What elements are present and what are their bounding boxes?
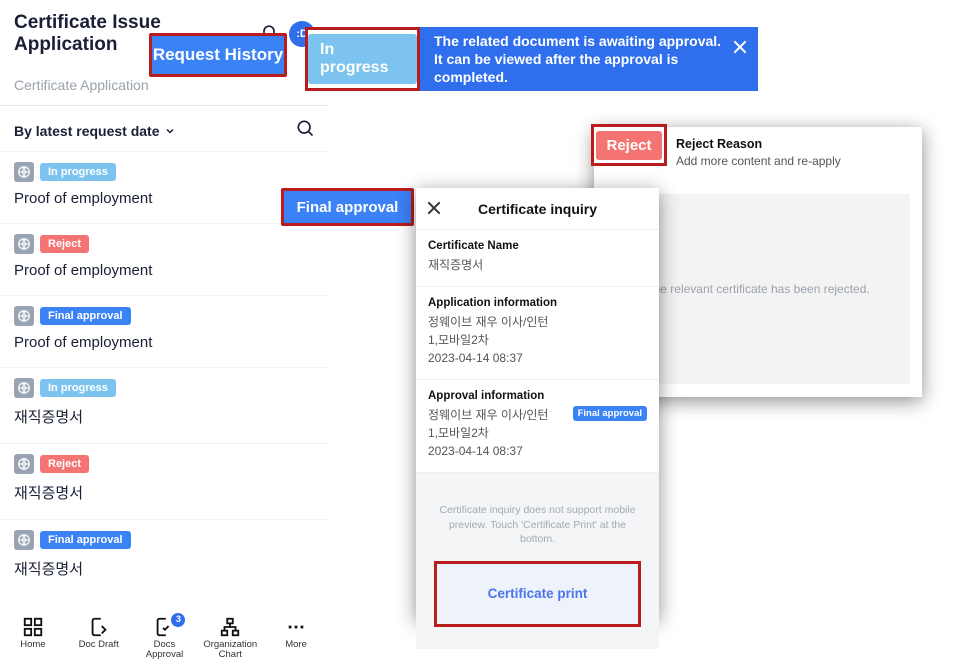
application-info-line3: 2023-04-14 08:37 <box>428 349 647 367</box>
list-item[interactable]: Reject 재직증명서 <box>0 443 329 519</box>
reject-callout: Reject <box>591 124 667 166</box>
cert-name-value: 재직증명서 <box>428 256 647 274</box>
approval-info-line3: 2023-04-14 08:37 <box>428 442 647 460</box>
section-approval-info: Approval information Final approval 정웨이브… <box>416 380 659 473</box>
status-chip: In progress <box>40 379 116 397</box>
close-icon[interactable] <box>732 39 748 55</box>
request-list-screen: Certificate Issue Application :D Certifi… <box>0 0 329 671</box>
approval-info-line2: 1,모바일2차 <box>428 424 647 442</box>
status-chip: In progress <box>40 163 116 181</box>
certificate-print-callout: Certificate print <box>434 561 641 627</box>
list-item[interactable]: Reject Proof of employment <box>0 223 329 295</box>
inquiry-header: Certificate inquiry <box>416 188 659 230</box>
inquiry-preview-area: Certificate inquiry does not support mob… <box>416 473 659 649</box>
reject-reason-label: Reject Reason <box>676 137 910 151</box>
list-item[interactable]: In progress 재직증명서 <box>0 367 329 443</box>
section-application-info: Application information 정웨이브 재우 이사/인턴 1,… <box>416 287 659 380</box>
bottom-nav: Home Doc Draft 3 Docs Approval Organizat… <box>0 609 329 671</box>
certificate-print-button[interactable]: Certificate print <box>437 564 638 624</box>
nav-home[interactable]: Home <box>4 616 62 650</box>
application-info-line1: 정웨이브 재우 이사/인턴 <box>428 313 647 331</box>
reject-reason-text: Add more content and re-apply <box>676 154 910 168</box>
preview-hint: Certificate inquiry does not support mob… <box>434 503 641 547</box>
status-chip: Final approval <box>40 307 131 325</box>
reject-chip: Reject <box>596 131 661 160</box>
globe-icon <box>14 454 34 474</box>
application-info-line2: 1,모바일2차 <box>428 331 647 349</box>
globe-icon <box>14 162 34 182</box>
cert-name-label: Certificate Name <box>428 240 647 252</box>
tab-certificate-application[interactable]: Certificate Application <box>0 67 163 105</box>
sort-dropdown[interactable]: By latest request date <box>14 123 176 139</box>
nav-org-chart[interactable]: Organization Chart <box>201 616 259 661</box>
status-chip: Reject <box>40 455 89 473</box>
list-item[interactable]: Final approval Proof of employment <box>0 295 329 367</box>
search-icon[interactable] <box>295 118 315 143</box>
final-approval-mini-chip: Final approval <box>573 406 647 421</box>
globe-icon <box>14 530 34 550</box>
globe-icon <box>14 306 34 326</box>
status-chip: Final approval <box>40 531 131 549</box>
nav-more[interactable]: More <box>267 616 325 650</box>
globe-icon <box>14 378 34 398</box>
sort-row: By latest request date <box>0 106 329 151</box>
list-item-title: Proof of employment <box>14 190 315 207</box>
certificate-inquiry-panel: Certificate inquiry Certificate Name 재직증… <box>416 188 659 618</box>
nav-docs-approval[interactable]: 3 Docs Approval <box>135 616 193 661</box>
list-item-title: 재직증명서 <box>14 558 315 579</box>
list-item-title: Proof of employment <box>14 262 315 279</box>
in-progress-chip: In progress <box>308 34 417 84</box>
approval-toast: In progress The related document is awai… <box>305 27 758 91</box>
request-list: In progress Proof of employment Reject Proo… <box>0 151 329 595</box>
toast-body: The related document is awaiting approva… <box>420 27 758 91</box>
list-item-title: 재직증명서 <box>14 482 315 503</box>
status-chip: Reject <box>40 235 89 253</box>
approval-badge: 3 <box>171 613 185 627</box>
list-item[interactable]: In progress Proof of employment <box>0 151 329 223</box>
toast-message: The related document is awaiting approva… <box>434 32 724 87</box>
final-approval-callout: Final approval <box>281 188 414 226</box>
request-history-button[interactable]: Request History <box>149 33 287 77</box>
list-item-title: Proof of employment <box>14 334 315 351</box>
section-cert-name: Certificate Name 재직증명서 <box>416 230 659 287</box>
application-info-label: Application information <box>428 297 647 309</box>
nav-doc-draft[interactable]: Doc Draft <box>70 616 128 650</box>
in-progress-callout: In progress <box>305 27 420 91</box>
chevron-down-icon <box>164 125 176 137</box>
list-item[interactable]: Final approval 재직증명서 <box>0 519 329 595</box>
approval-info-label: Approval information <box>428 390 647 402</box>
list-item-title: 재직증명서 <box>14 406 315 427</box>
inquiry-title: Certificate inquiry <box>478 201 597 217</box>
close-icon[interactable] <box>426 200 442 216</box>
globe-icon <box>14 234 34 254</box>
